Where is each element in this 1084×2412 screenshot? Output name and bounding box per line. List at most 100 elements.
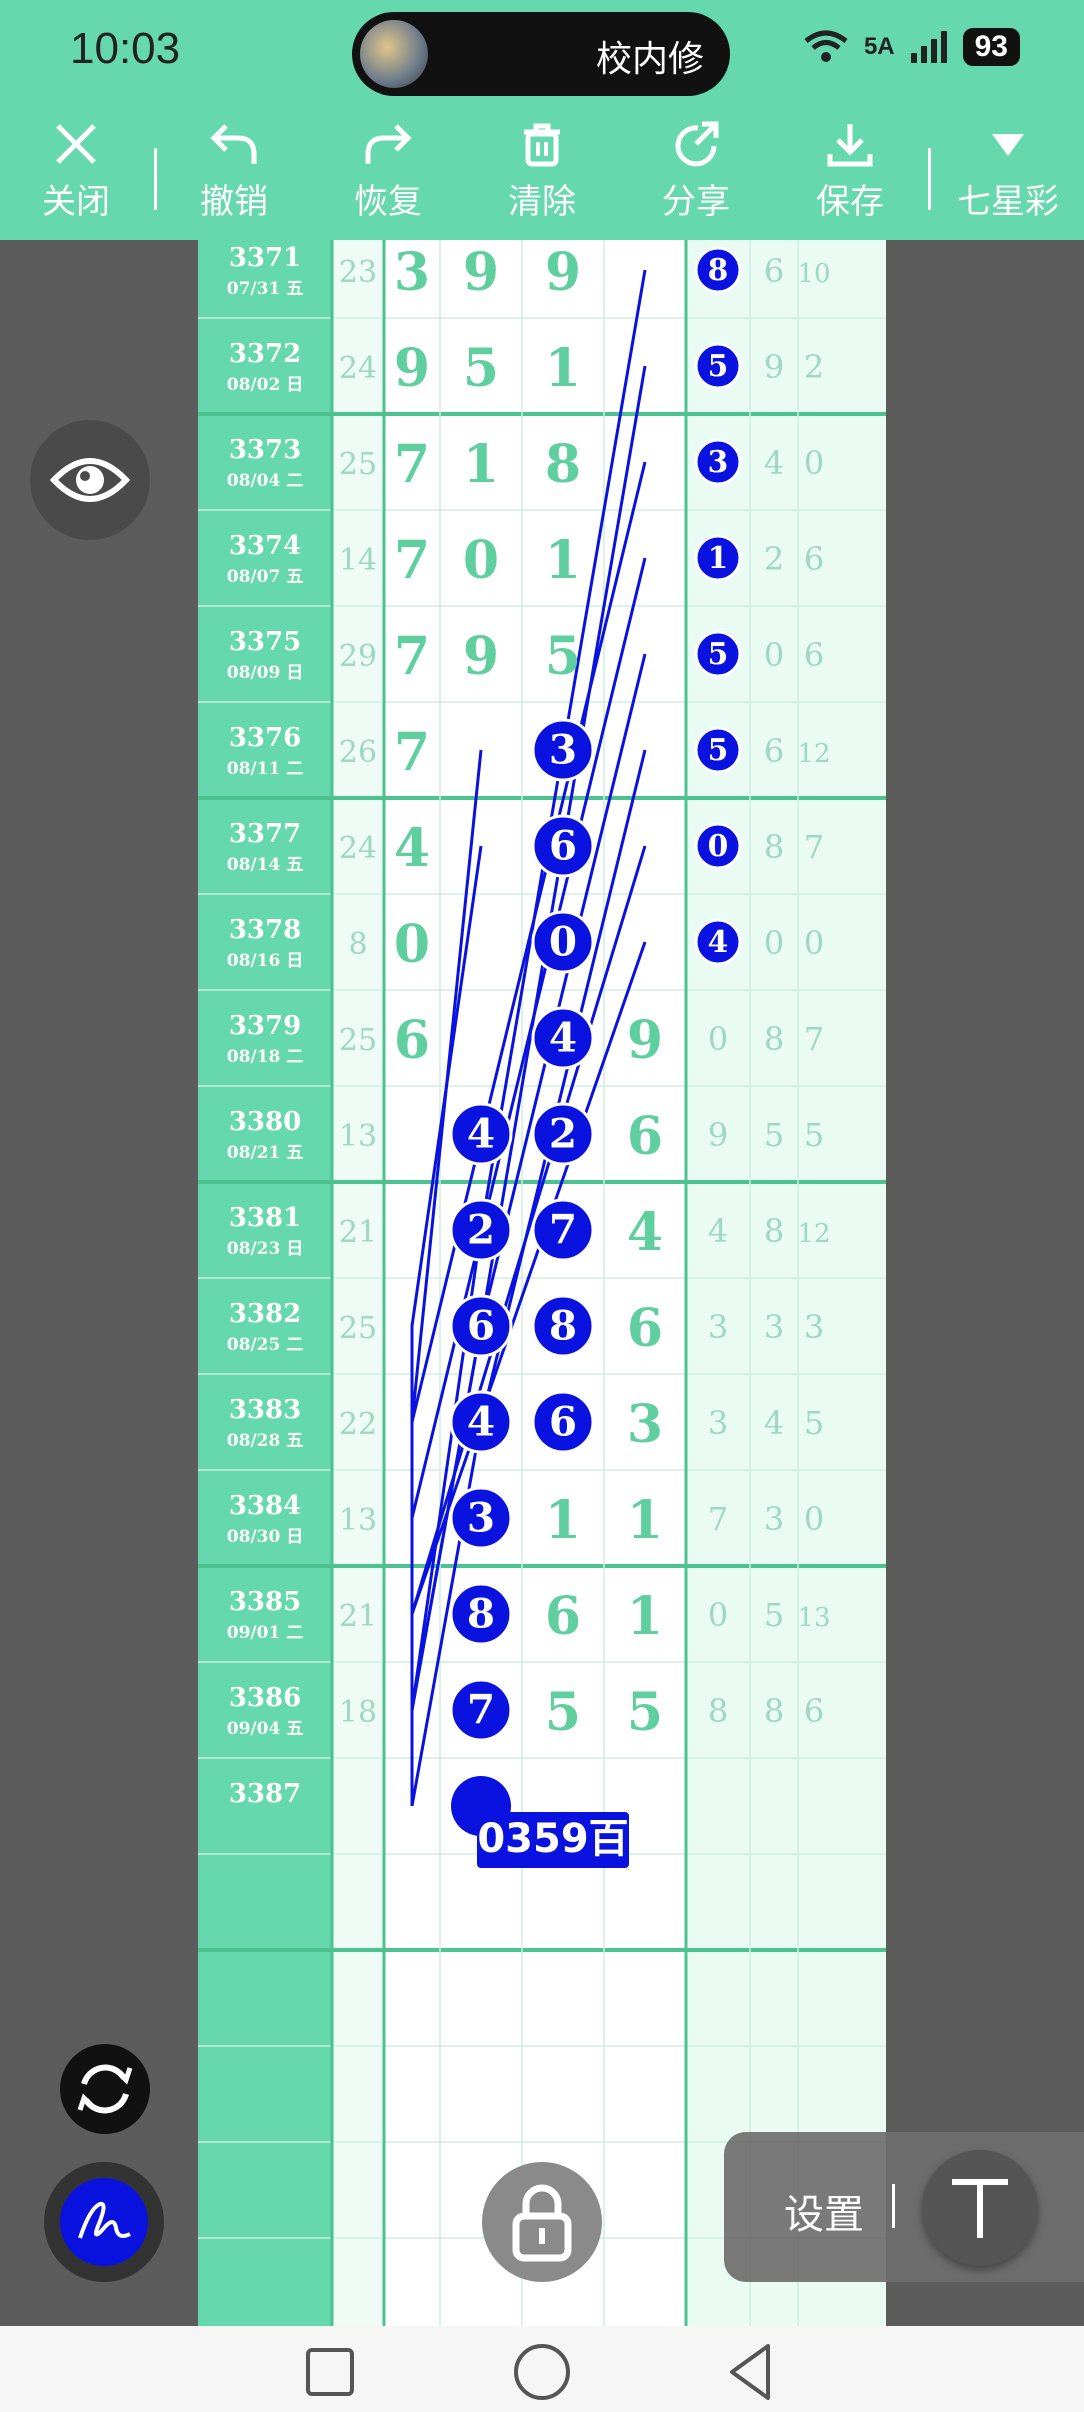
digit-cell: 5 (545, 626, 581, 687)
recents-button[interactable] (300, 2342, 360, 2402)
save-button[interactable]: 保存 (790, 120, 910, 223)
sum-value: 26 (339, 735, 377, 770)
issue-date: 08/21 五 (227, 1143, 303, 1163)
issue-date: 08/23 日 (227, 1239, 303, 1259)
issue-number: 3384 (229, 1491, 301, 1521)
close-button[interactable]: 关闭 (16, 120, 136, 223)
extra-value: 6 (764, 732, 784, 770)
highlighted-digit: 3 (549, 726, 577, 774)
lock-button[interactable] (482, 2162, 602, 2282)
digit-cell: 7 (394, 530, 430, 591)
text-t-icon (952, 2179, 1008, 2238)
undo-button[interactable]: 撤销 (174, 120, 294, 223)
digit-cell: 6 (394, 1010, 430, 1071)
highlighted-digit: 5 (708, 637, 729, 672)
digit-cell: 9 (394, 338, 430, 399)
toolbar-divider (928, 148, 931, 210)
extra-value: 13 (797, 1603, 830, 1633)
refresh-button[interactable] (60, 2044, 150, 2134)
pen-scribble-icon (78, 2201, 131, 2239)
home-button[interactable] (510, 2340, 574, 2404)
caret-down-icon (992, 134, 1024, 156)
highlighted-digit: 4 (467, 1398, 495, 1446)
island-thumbnail (360, 20, 428, 88)
highlighted-digit: 4 (549, 1014, 577, 1062)
extra-value: 12 (797, 739, 830, 769)
issue-date: 08/18 二 (227, 1047, 303, 1067)
trash-icon (524, 123, 560, 167)
highlighted-digit: 6 (549, 1398, 577, 1446)
digit-cell: 9 (545, 242, 581, 303)
extra-value: 0 (804, 924, 824, 962)
status-bar: 10:03 校内修 5A 93 (0, 0, 1084, 108)
extra-value: 4 (764, 444, 784, 482)
highlighted-digit: 6 (549, 822, 577, 870)
digit-cell: 8 (545, 434, 581, 495)
settings-panel: 设置 (724, 2132, 1084, 2282)
back-button[interactable] (720, 2340, 784, 2404)
sum-value: 8 (348, 927, 367, 962)
digit-cell: 1 (545, 530, 581, 591)
trend-chart-sheet[interactable]: 3371 07/31 五 23 3 9 9 6 10 3372 08/02 日 24 9 5 1 9 2 337… (198, 240, 886, 2326)
battery-indicator: 93 (962, 28, 1020, 66)
lottery-select-button[interactable]: 七星彩 (946, 120, 1070, 223)
issue-number: 3373 (229, 435, 301, 465)
signal-icon (910, 31, 947, 63)
visibility-toggle-button[interactable] (30, 420, 150, 540)
sum-value: 25 (339, 1023, 377, 1058)
extra-value: 6 (764, 252, 784, 290)
highlighted-digit: 8 (708, 253, 729, 288)
digit-cell: 3 (627, 1394, 663, 1455)
redo-button[interactable]: 恢复 (328, 120, 448, 223)
share-icon (675, 121, 719, 167)
issue-date: 08/25 二 (227, 1335, 303, 1355)
clear-button[interactable]: 清除 (482, 120, 602, 223)
toolbar-divider (154, 148, 157, 210)
issue-date: 08/30 日 (227, 1527, 303, 1547)
close-label: 关闭 (42, 182, 110, 222)
extra-value: 0 (804, 444, 824, 482)
lock-icon (512, 2184, 572, 2262)
digit-cell: 6 (627, 1298, 663, 1359)
issue-date: 09/04 五 (227, 1719, 303, 1739)
sum-value: 22 (339, 1407, 377, 1442)
sum-value: 13 (339, 1503, 377, 1538)
prediction-label: 0359百 (477, 1816, 628, 1862)
issue-date: 08/09 日 (227, 663, 303, 683)
extra-value: 5 (764, 1116, 784, 1154)
pen-tool-button[interactable] (44, 2162, 164, 2282)
extra-value: 8 (764, 1692, 784, 1730)
share-button[interactable]: 分享 (636, 120, 756, 223)
issue-number: 3376 (229, 723, 301, 753)
extra-value: 7 (708, 1500, 728, 1538)
extra-value: 3 (708, 1404, 728, 1442)
extra-value: 8 (708, 1692, 728, 1730)
issue-date: 09/01 二 (227, 1623, 303, 1643)
settings-divider (892, 2184, 895, 2228)
issue-number: 3379 (229, 1011, 301, 1041)
issue-date: 08/14 五 (227, 855, 303, 875)
right-margin (886, 240, 1084, 2326)
text-tool-button[interactable] (922, 2150, 1038, 2266)
trend-chart[interactable]: 337107/31 五 23 3 9 9 6 10337208/02 日 24 9 5 1 9 2337… (198, 240, 886, 2326)
highlighted-digit: 8 (549, 1302, 577, 1350)
digit-cell: 1 (545, 1490, 581, 1551)
download-icon (827, 124, 873, 167)
issue-number: 3374 (229, 531, 301, 561)
digit-cell: 9 (463, 242, 499, 303)
issue-number: 3377 (229, 819, 301, 849)
settings-button[interactable]: 设置 (784, 2182, 864, 2240)
issue-date: 08/02 日 (227, 375, 303, 395)
digit-cell: 3 (394, 242, 430, 303)
highlighted-digit: 8 (467, 1590, 495, 1638)
extra-value: 6 (804, 636, 824, 674)
highlighted-digit: 5 (708, 733, 729, 768)
digit-cell: 5 (627, 1682, 663, 1743)
navigation-bar (0, 2326, 1084, 2412)
extra-value: 6 (804, 1692, 824, 1730)
share-label: 分享 (662, 182, 730, 222)
extra-value: 2 (804, 348, 824, 386)
extra-value: 7 (804, 1020, 824, 1058)
dynamic-island[interactable]: 校内修 (352, 12, 730, 96)
extra-value: 8 (764, 1212, 784, 1250)
